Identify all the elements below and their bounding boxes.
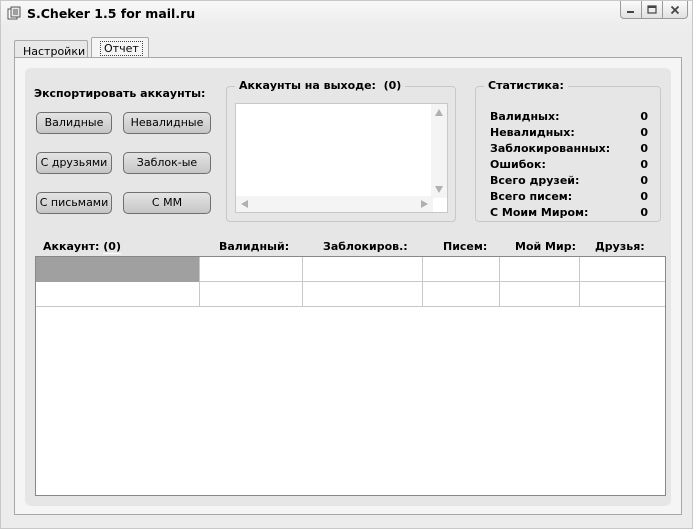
export-heading: Экспортировать аккаунты: (34, 87, 206, 100)
stat-label: С Моим Миром: (490, 206, 589, 219)
table-cell[interactable] (36, 282, 200, 307)
col-account: Аккаунт: (0) (43, 240, 121, 254)
export-valid-button[interactable]: Валидные (36, 112, 112, 134)
scroll-down-icon[interactable] (435, 186, 443, 193)
stat-value: 0 (640, 174, 648, 187)
export-with-letters-button[interactable]: С письмами (36, 192, 112, 214)
output-accounts-list[interactable] (235, 103, 448, 213)
table-cell[interactable] (303, 282, 423, 307)
table-cell[interactable] (303, 257, 423, 282)
stat-value: 0 (640, 158, 648, 171)
export-with-mm-button[interactable]: С ММ (123, 192, 211, 214)
stat-label: Заблокированных: (490, 142, 611, 155)
col-account-label: Аккаунт: (43, 240, 100, 253)
report-content: Экспортировать аккаунты: Валидные Невали… (25, 68, 671, 506)
output-accounts-group: Аккаунты на выходе: (0) (226, 79, 456, 222)
report-panel: Экспортировать аккаунты: Валидные Невали… (14, 57, 682, 515)
statistics-group: Статистика: Валидных: 0 Невалидных: 0 Забл… (475, 79, 661, 222)
window-title: S.Cheker 1.5 for mail.ru (27, 6, 196, 21)
col-letters: Писем: (443, 240, 488, 253)
col-my-world: Мой Мир: (515, 240, 576, 253)
table-cell[interactable] (500, 282, 580, 307)
statistics-heading: Статистика: (484, 79, 568, 92)
stat-label: Всего писем: (490, 190, 573, 203)
stat-friends-total: Всего друзей: 0 (490, 174, 648, 190)
tab-settings[interactable]: Настройки (14, 40, 88, 58)
stat-label: Ошибок: (490, 158, 546, 171)
table-cell[interactable] (580, 257, 665, 282)
stat-value: 0 (640, 126, 648, 139)
table-cell[interactable] (423, 257, 500, 282)
table-row[interactable] (36, 257, 665, 282)
table-cell[interactable] (580, 282, 665, 307)
output-heading-text: Аккаунты на выходе: (239, 79, 376, 92)
stat-valid: Валидных: 0 (490, 110, 648, 126)
stat-blocked: Заблокированных: 0 (490, 142, 648, 158)
col-blocked: Заблокиров.: (323, 240, 408, 253)
stat-label: Невалидных: (490, 126, 575, 139)
maximize-button[interactable] (641, 1, 663, 19)
horizontal-scrollbar[interactable] (236, 196, 433, 212)
stat-errors: Ошибок: 0 (490, 158, 648, 174)
scroll-up-icon[interactable] (435, 109, 443, 116)
accounts-table[interactable] (35, 256, 666, 496)
close-icon (670, 5, 680, 14)
app-icon (7, 6, 21, 20)
stat-my-world: С Моим Миром: 0 (490, 206, 648, 222)
table-row[interactable] (36, 282, 665, 307)
minimize-icon (627, 10, 634, 13)
stat-value: 0 (640, 190, 648, 203)
title-bar[interactable]: S.Cheker 1.5 for mail.ru (1, 1, 692, 27)
export-blocked-button[interactable]: Заблок-ые (123, 152, 211, 174)
tab-report-label: Отчет (100, 41, 143, 56)
table-cell[interactable] (36, 257, 200, 282)
stat-value: 0 (640, 142, 648, 155)
table-cell[interactable] (423, 282, 500, 307)
stat-label: Валидных: (490, 110, 560, 123)
output-count: (0) (383, 79, 402, 92)
close-button[interactable] (662, 1, 688, 19)
stat-letters-total: Всего писем: 0 (490, 190, 648, 206)
stat-label: Всего друзей: (490, 174, 580, 187)
export-with-friends-button[interactable]: С друзьями (36, 152, 112, 174)
window-controls (620, 1, 688, 19)
stat-value: 0 (640, 110, 648, 123)
stat-invalid: Невалидных: 0 (490, 126, 648, 142)
account-count: (0) (103, 240, 121, 254)
stat-value: 0 (640, 206, 648, 219)
col-valid: Валидный: (219, 240, 290, 253)
app-window: S.Cheker 1.5 for mail.ru Настройки Отчет… (0, 0, 693, 529)
export-invalid-button[interactable]: Невалидные (123, 112, 211, 134)
tab-report[interactable]: Отчет (91, 37, 149, 58)
minimize-button[interactable] (620, 1, 642, 19)
table-cell[interactable] (200, 257, 303, 282)
output-accounts-heading: Аккаунты на выходе: (0) (235, 79, 406, 92)
scroll-left-icon[interactable] (241, 200, 248, 208)
maximize-icon (647, 4, 657, 14)
table-cell[interactable] (200, 282, 303, 307)
scroll-right-icon[interactable] (421, 200, 428, 208)
col-friends: Друзья: (595, 240, 645, 253)
vertical-scrollbar[interactable] (431, 104, 447, 198)
table-cell[interactable] (500, 257, 580, 282)
